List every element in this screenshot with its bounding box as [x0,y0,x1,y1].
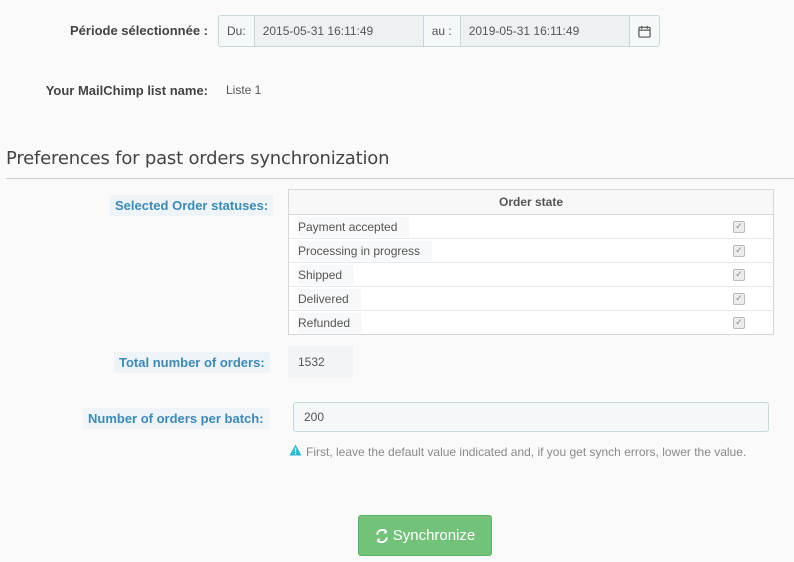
date-range-group: Du: 2015-05-31 16:11:49 au : 2019-05-31 … [218,15,660,47]
table-row: Processing in progress ✓ [289,239,773,263]
status-name: Processing in progress [298,240,433,261]
order-state-header: Order state [289,190,773,215]
table-row: Delivered ✓ [289,287,773,311]
total-orders-value: 1532 [288,346,353,378]
date-from-input[interactable]: 2015-05-31 16:11:49 [254,16,424,46]
to-prefix: au : [423,16,461,46]
synchronize-label: Synchronize [392,527,476,544]
batch-size-input[interactable] [293,402,769,432]
calendar-icon[interactable] [629,16,659,46]
table-row: Shipped ✓ [289,263,773,287]
batch-help: First, leave the default value indicated… [289,444,746,459]
status-name: Refunded [298,312,363,333]
status-name: Payment accepted [298,216,410,237]
list-name-label: Your MailChimp list name: [45,83,208,98]
total-orders-label: Total number of orders: [114,352,270,373]
section-divider [6,178,794,179]
status-checkbox[interactable]: ✓ [733,220,745,233]
warning-icon [289,444,302,459]
refresh-icon [375,528,388,543]
date-to-input[interactable]: 2019-05-31 16:11:49 [460,16,630,46]
list-name-value: Liste 1 [226,83,262,97]
status-checkbox[interactable]: ✓ [733,292,745,305]
status-checkbox[interactable]: ✓ [733,268,745,281]
order-statuses-label: Selected Order statuses: [110,195,274,216]
status-checkbox[interactable]: ✓ [733,316,745,329]
batch-help-text: First, leave the default value indicated… [306,444,747,459]
section-title: Preferences for past orders synchronizat… [6,148,390,169]
status-name: Delivered [298,288,361,309]
synchronize-button[interactable]: Synchronize [358,515,492,556]
period-label: Période sélectionnée : [70,23,208,38]
from-prefix: Du: [219,16,255,46]
status-checkbox[interactable]: ✓ [733,244,745,257]
order-status-table: Order state Payment accepted ✓ Processin… [288,189,774,335]
status-name: Shipped [298,264,355,285]
table-row: Refunded ✓ [289,311,773,334]
batch-size-label: Number of orders per batch: [83,408,269,429]
table-row: Payment accepted ✓ [289,215,773,239]
